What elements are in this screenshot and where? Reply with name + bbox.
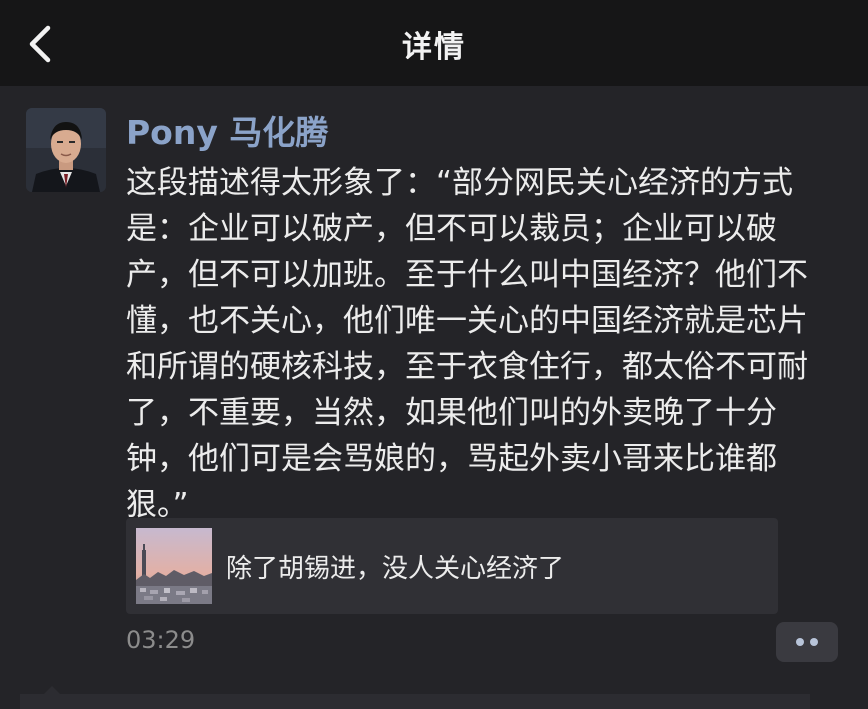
city-thumbnail-icon xyxy=(136,528,212,604)
link-thumbnail xyxy=(136,528,212,604)
top-navbar: 详情 xyxy=(0,0,868,86)
more-actions-button[interactable] xyxy=(776,622,838,662)
more-dots-icon xyxy=(810,638,818,646)
avatar-portrait-icon xyxy=(26,108,106,192)
moment-post: Pony 马化腾 这段描述得太形象了：“部分网民关心经济的方式是：企业可以破产，… xyxy=(0,86,868,709)
link-title: 除了胡锡进，没人关心经济了 xyxy=(226,554,565,584)
shared-link-card[interactable]: 除了胡锡进，没人关心经济了 xyxy=(126,518,778,614)
avatar[interactable] xyxy=(26,108,106,192)
page-title: 详情 xyxy=(402,30,466,65)
post-timestamp: 03:29 xyxy=(126,626,196,654)
post-text: 这段描述得太形象了：“部分网民关心经济的方式是：企业可以破产，但不可以裁员；企业… xyxy=(126,165,808,523)
more-dots-icon xyxy=(796,638,804,646)
author-name[interactable]: Pony 马化腾 xyxy=(126,106,328,154)
comment-area-notch xyxy=(44,686,60,694)
comment-area xyxy=(20,694,810,709)
